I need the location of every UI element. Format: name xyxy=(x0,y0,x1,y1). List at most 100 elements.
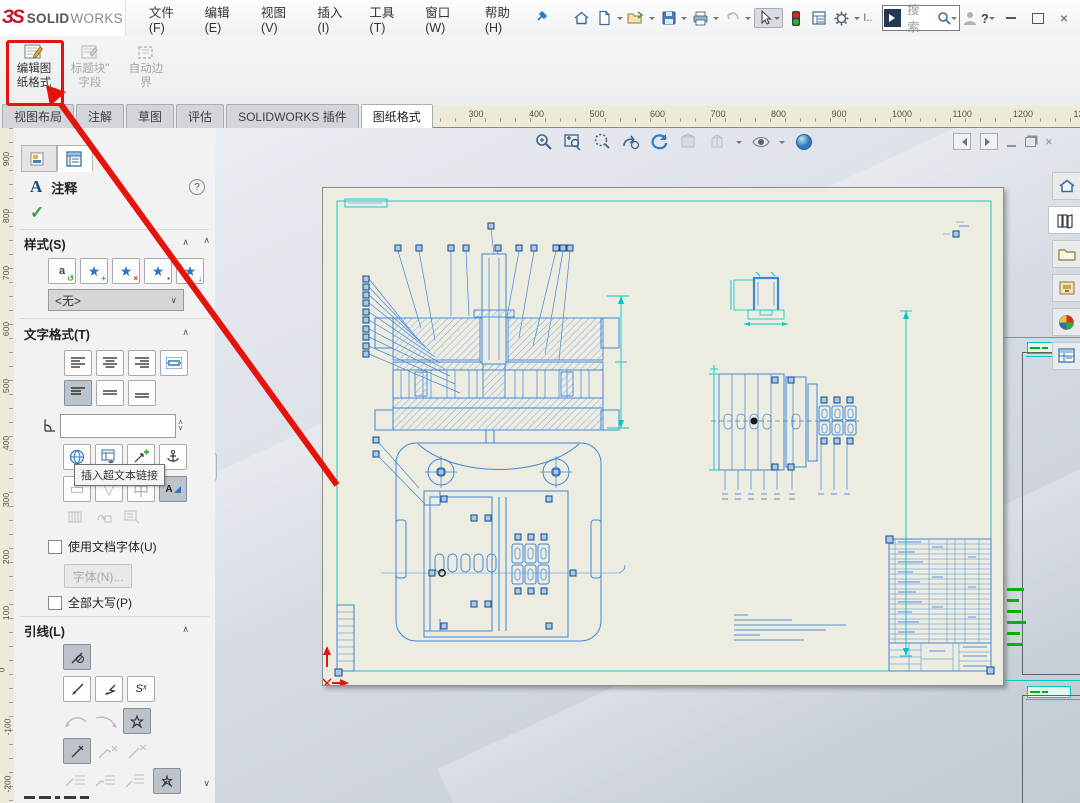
open-icon[interactable] xyxy=(626,7,647,29)
taskpane-design-library-tab[interactable] xyxy=(1052,240,1080,268)
home-icon[interactable] xyxy=(571,7,592,29)
doc-minimize-button[interactable] xyxy=(1007,145,1016,147)
align-bottom-button[interactable] xyxy=(128,380,156,406)
options-dropdown[interactable] xyxy=(854,17,860,23)
menu-item[interactable]: 文件(F) xyxy=(140,0,196,39)
corner-handle[interactable] xyxy=(335,669,342,676)
menu-item[interactable]: 工具(T) xyxy=(360,0,416,39)
bom-table[interactable] xyxy=(889,539,991,643)
apply-default-style-button[interactable]: a↺ xyxy=(48,258,76,284)
hide-show-dropdown[interactable] xyxy=(779,141,785,147)
tab-property-manager[interactable] xyxy=(57,145,93,172)
drawing-sheet[interactable] xyxy=(322,187,1004,686)
sheet-annotation[interactable] xyxy=(943,222,969,237)
overall-dimension[interactable] xyxy=(900,311,912,656)
close-button[interactable]: × xyxy=(1060,11,1068,25)
save-dropdown[interactable] xyxy=(681,17,687,23)
traffic-light-icon[interactable] xyxy=(785,7,806,29)
menu-item[interactable]: 帮助(H) xyxy=(476,0,533,39)
panel-scroll-up[interactable]: ∧ xyxy=(203,235,210,246)
align-top-button[interactable] xyxy=(64,380,92,406)
plan-view[interactable] xyxy=(373,437,625,641)
pin-icon[interactable] xyxy=(535,9,549,28)
user-account-icon[interactable] xyxy=(960,7,981,29)
straight-leader-button[interactable] xyxy=(63,676,91,702)
options-gear-icon[interactable] xyxy=(831,7,852,29)
select-tool[interactable] xyxy=(754,8,783,28)
previous-window-button[interactable] xyxy=(953,133,971,150)
text-format-section-header[interactable]: 文字格式(T) xyxy=(24,324,90,343)
menu-item[interactable]: 视图(V) xyxy=(252,0,308,39)
spline-leader-button[interactable]: Sˣ xyxy=(127,676,155,702)
search-box[interactable]: 搜索 xyxy=(882,5,960,31)
taskpane-home-tab[interactable] xyxy=(1052,172,1080,200)
ok-button[interactable]: ✓ xyxy=(30,203,44,223)
new-document-icon[interactable] xyxy=(594,7,615,29)
view-settings-icon[interactable] xyxy=(793,131,815,153)
graphics-area[interactable]: × xyxy=(215,128,1080,803)
load-style-button[interactable]: ★↓ xyxy=(176,258,204,284)
doc-restore-button[interactable] xyxy=(1025,137,1036,147)
align-right-button[interactable] xyxy=(128,350,156,376)
leader-nearest-button[interactable] xyxy=(123,708,151,734)
previous-view-icon[interactable] xyxy=(620,131,642,153)
new-document-dropdown[interactable] xyxy=(617,17,623,23)
panel-scroll-down[interactable]: ∨ xyxy=(203,778,210,789)
leader-x-button[interactable] xyxy=(63,738,91,764)
tab-feature-manager[interactable] xyxy=(21,145,57,172)
ribbon-tab[interactable]: 视图布局 xyxy=(2,104,74,128)
style-collapse-icon[interactable]: ∧ xyxy=(182,237,189,248)
maximize-button[interactable] xyxy=(1032,13,1044,24)
multi-leader-star-button[interactable] xyxy=(153,768,181,794)
taskpane-custom-properties-tab[interactable] xyxy=(1052,342,1080,370)
style-dropdown[interactable]: <无> ∨ xyxy=(48,289,184,311)
revision-table[interactable] xyxy=(337,605,354,671)
save-icon[interactable] xyxy=(658,7,679,29)
bom-handle-bottomright[interactable] xyxy=(987,667,994,674)
properties-table-icon[interactable] xyxy=(808,7,829,29)
strip-layout-view[interactable] xyxy=(709,365,859,499)
help-dropdown[interactable] xyxy=(989,17,995,23)
zoom-in-out-icon[interactable] xyxy=(591,131,613,153)
align-center-button[interactable] xyxy=(96,350,124,376)
section-dimension[interactable] xyxy=(607,296,629,428)
ribbon-tab[interactable]: 草图 xyxy=(126,104,174,128)
menu-item[interactable]: 窗口(W) xyxy=(416,0,476,39)
spinner-down-icon[interactable]: ∨ xyxy=(178,426,183,432)
text-format-collapse-icon[interactable]: ∧ xyxy=(182,327,189,338)
plan-handles[interactable] xyxy=(373,437,576,629)
save-style-button[interactable]: ★▪ xyxy=(144,258,172,284)
section-view[interactable] xyxy=(363,223,629,443)
print-dropdown[interactable] xyxy=(713,17,719,23)
zoom-to-area-icon[interactable] xyxy=(562,131,584,153)
search-dropdown[interactable] xyxy=(951,17,957,23)
use-document-font-checkbox[interactable] xyxy=(48,540,62,554)
leader-section-header[interactable]: 引线(L) xyxy=(24,621,65,640)
technical-notes[interactable] xyxy=(734,615,846,640)
help-button[interactable]: ? xyxy=(981,11,989,26)
ribbon-tab[interactable]: 评估 xyxy=(176,104,224,128)
redraw-icon[interactable] xyxy=(649,131,671,153)
taskpane-file-explorer-tab[interactable] xyxy=(1052,274,1080,302)
zoom-to-fit-icon[interactable] xyxy=(533,131,555,153)
open-dropdown[interactable] xyxy=(649,17,655,23)
taskpane-resources-tab[interactable] xyxy=(1048,206,1080,234)
style-section-header[interactable]: 样式(S) xyxy=(24,234,66,253)
add-style-button[interactable]: ★+ xyxy=(80,258,108,284)
taskpane-appearances-tab[interactable] xyxy=(1052,308,1080,336)
all-caps-checkbox[interactable] xyxy=(48,596,62,610)
justify-button[interactable] xyxy=(160,350,188,376)
leader-collapse-icon[interactable]: ∧ xyxy=(182,624,189,635)
drawing-sheet-canvas[interactable] xyxy=(323,188,1003,685)
menu-item[interactable]: 编辑(E) xyxy=(196,0,252,39)
detail-view[interactable] xyxy=(731,272,788,326)
select-dropdown[interactable] xyxy=(774,17,780,23)
bent-leader-button[interactable] xyxy=(95,676,123,702)
minimize-button[interactable] xyxy=(1006,17,1016,19)
doc-close-button[interactable]: × xyxy=(1045,134,1053,149)
search-input[interactable]: 搜索 xyxy=(901,1,936,35)
no-leader-button[interactable] xyxy=(63,644,91,670)
align-left-button[interactable] xyxy=(64,350,92,376)
panel-splitter-handle[interactable] xyxy=(215,453,217,481)
hide-show-items-icon[interactable] xyxy=(750,131,772,153)
